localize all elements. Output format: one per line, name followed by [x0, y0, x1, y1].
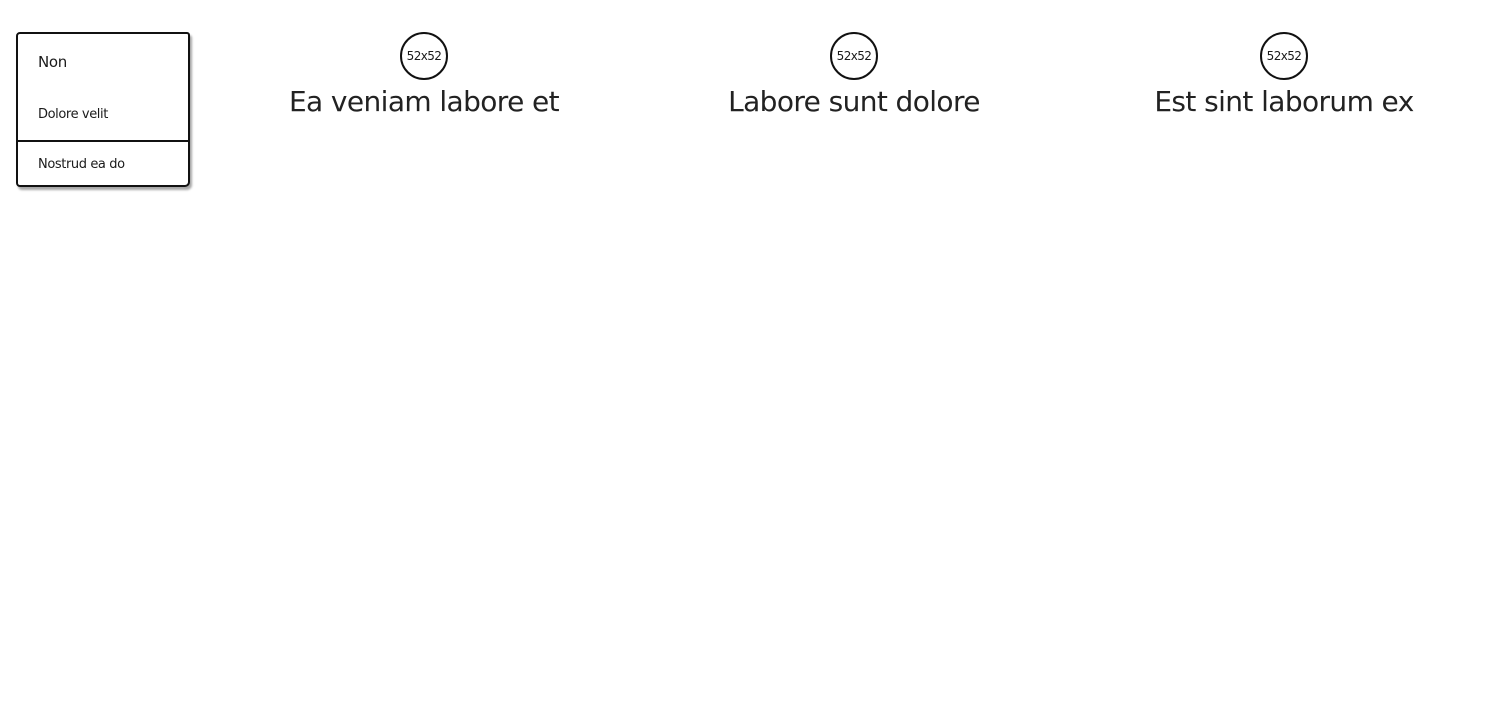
feature-title-3: Est sint laborum ex: [1154, 85, 1414, 118]
feature-card-2: 52x52 Labore sunt dolore: [639, 32, 1069, 120]
menu-divider: [18, 140, 188, 142]
image-placeholder-3: 52x52: [1260, 32, 1308, 80]
feature-title-2: Labore sunt dolore: [728, 85, 980, 118]
feature-title-1: Ea veniam labore et: [288, 85, 560, 118]
feature-card-1: 52x52 Ea veniam labore et: [209, 32, 639, 120]
menu-item-nostrud-ea-do[interactable]: Nostrud ea do: [38, 157, 125, 172]
image-placeholder-1: 52x52: [400, 32, 448, 80]
sidebar-menu: Non Dolore velit Nostrud ea do: [16, 32, 190, 187]
menu-item-dolore-velit[interactable]: Dolore velit: [38, 107, 108, 122]
feature-card-3: 52x52 Est sint laborum ex: [1069, 32, 1499, 120]
image-placeholder-2: 52x52: [830, 32, 878, 80]
menu-item-non[interactable]: Non: [38, 53, 67, 71]
